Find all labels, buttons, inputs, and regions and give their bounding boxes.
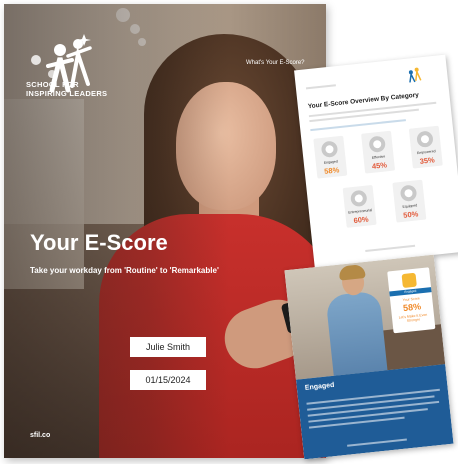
category-card: Engaged 58% [313,135,348,179]
category-card: Effective 45% [361,130,396,174]
score-ring [416,130,434,148]
cover-subtitle: Take your workday from 'Routine' to 'Rem… [30,266,219,275]
overview-title: Your E-Score Overview By Category [307,91,420,111]
score-subtitle: Let's Make It Even Stronger [398,312,428,323]
score-ring [368,135,387,153]
name-field: Julie Smith [130,337,206,357]
category-percent: 58% [323,165,340,176]
report-page-engaged: Engaged Your Score 58% Let's Make It Eve… [284,254,454,460]
school-logo-icon [31,34,92,93]
cover-title: Your E-Score [30,230,168,255]
header-line [305,84,336,89]
school-logo-icon [408,67,422,83]
date-field: 01/15/2024 [130,370,206,390]
student-body [325,290,388,376]
category-percent: 45% [371,160,388,171]
text-line [310,119,406,132]
report-page-overview: Your E-Score Overview By Category Engage… [294,54,458,268]
school-logo-text: SCHOOL FOR INSPIRING LEADERS [26,80,166,98]
category-card: Equipped 50% [392,179,427,223]
engaged-badge-icon [401,272,417,289]
score-ring [320,140,339,159]
score-ring [399,184,418,202]
cover-url: sfil.co [30,432,51,439]
score-ring [350,189,368,208]
logo-line-1: SCHOOL FOR [26,80,79,89]
report-cover: SCHOOL FOR INSPIRING LEADERS Your E-Scor… [4,4,326,458]
category-percent: 50% [402,209,419,220]
score-card: Engaged Your Score 58% Let's Make It Eve… [387,267,436,334]
category-percent: 35% [419,155,436,166]
category-card: Entrepreneurial 60% [342,184,377,228]
category-percent: 60% [353,214,369,226]
page-label: What's Your E-Score? [246,60,305,66]
engaged-section [295,364,454,460]
category-card: Empowered 35% [408,125,443,169]
logo-line-2: INSPIRING LEADERS [26,89,108,98]
footer-line [365,244,416,252]
